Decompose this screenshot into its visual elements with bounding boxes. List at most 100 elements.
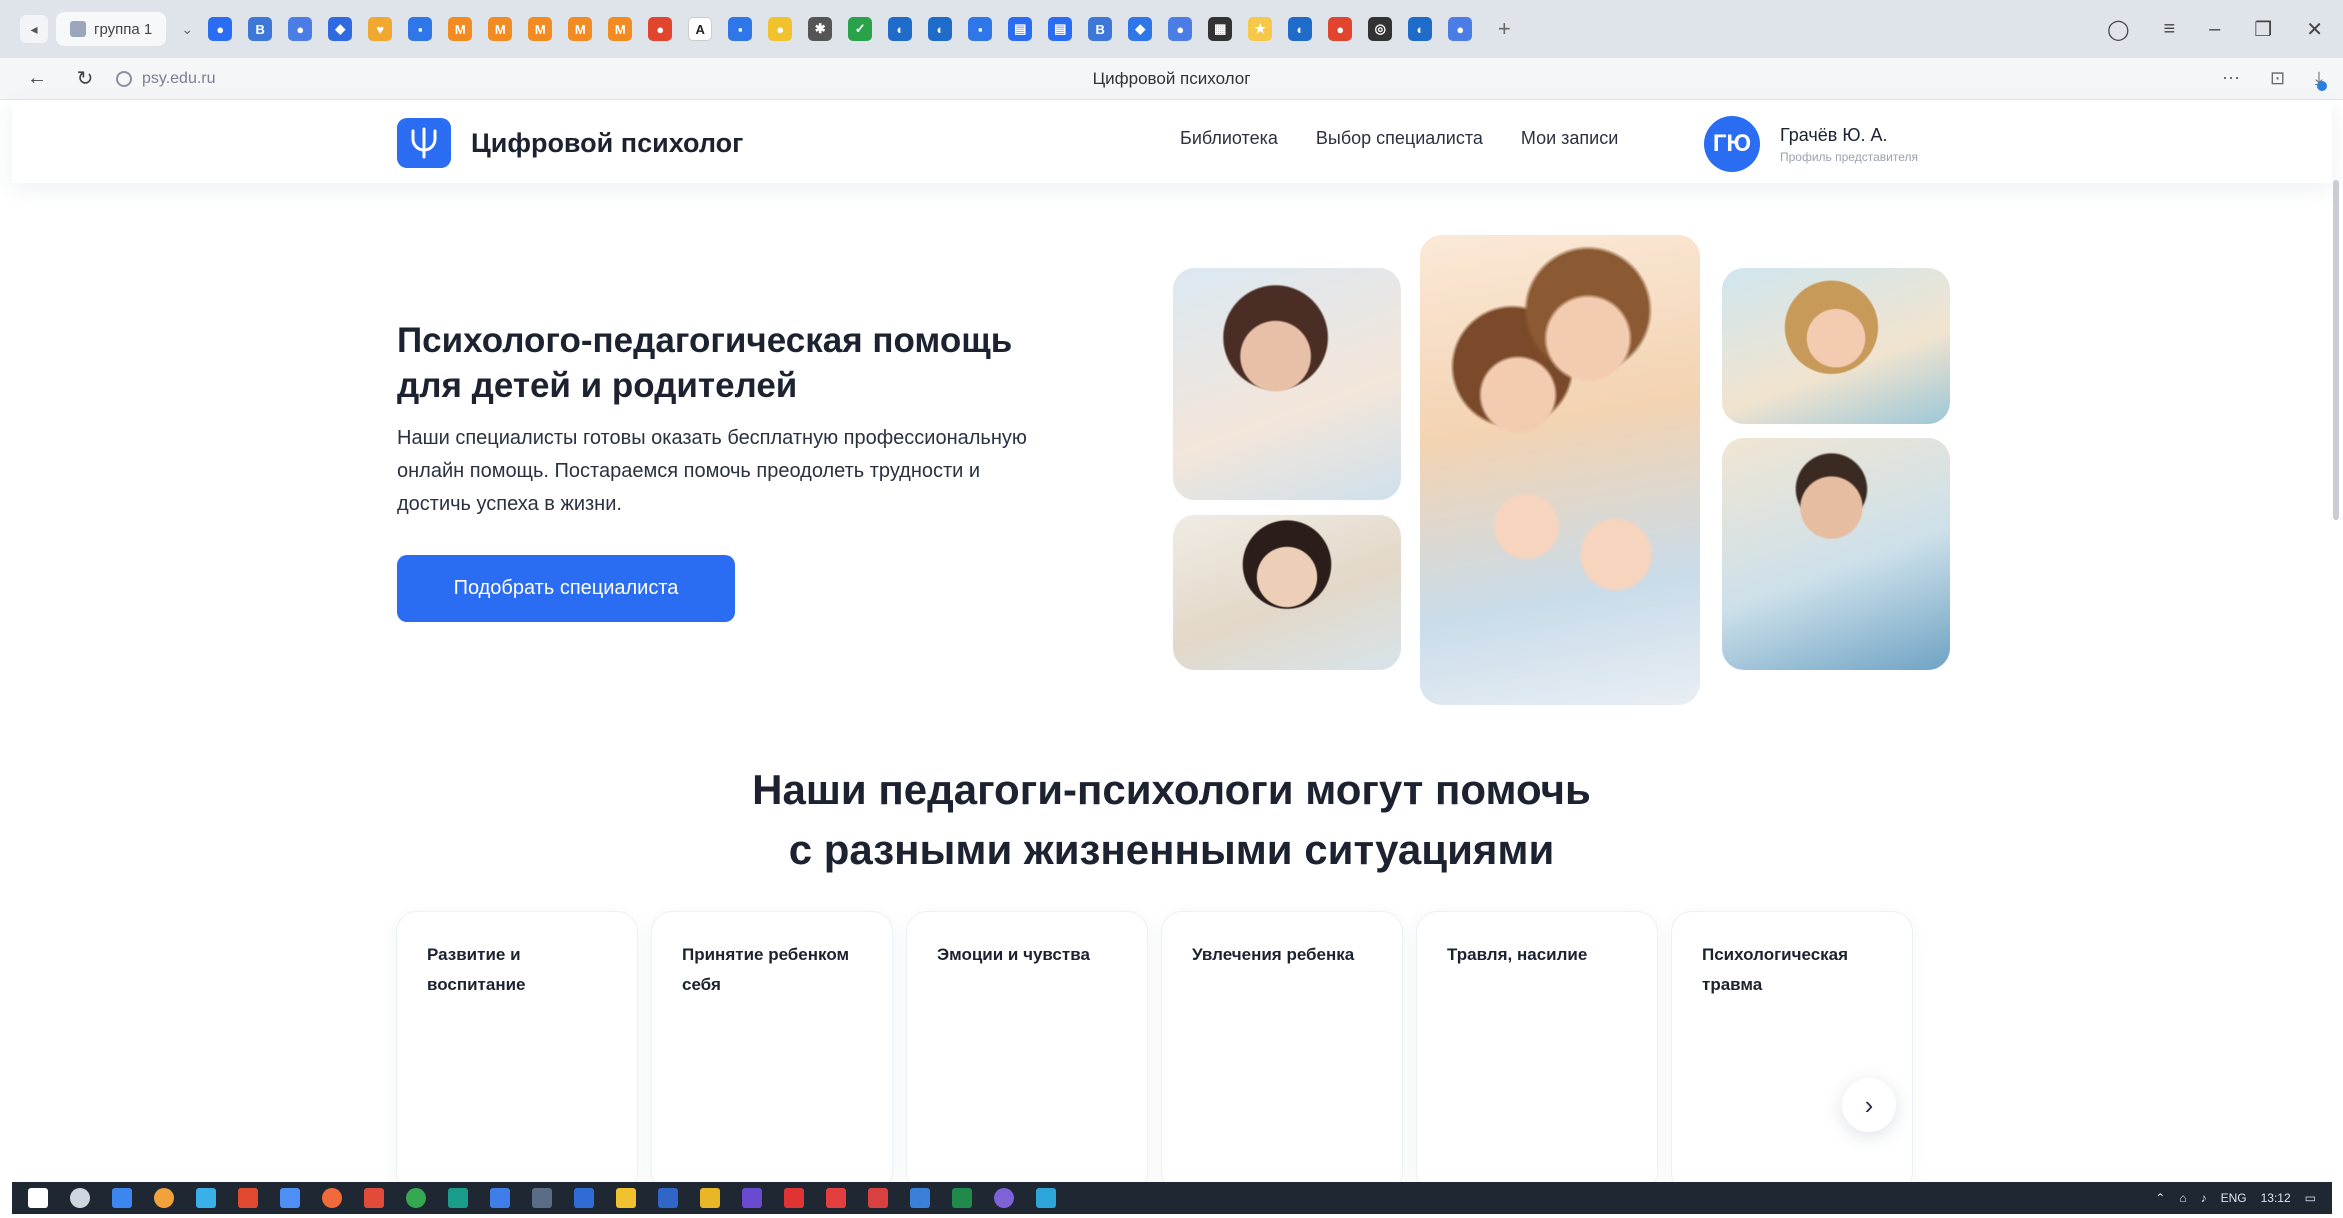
edge-icon[interactable]: ◐ (888, 17, 913, 41)
clock[interactable]: 13:12 (2261, 1191, 2291, 1205)
doc-icon[interactable]: ▪ (728, 17, 753, 41)
red-app-icon[interactable]: ● (648, 17, 673, 41)
notifications-icon[interactable]: ▭ (2305, 1191, 2316, 1205)
folder-icon[interactable] (616, 1188, 636, 1208)
yellow-app-icon[interactable]: ● (768, 17, 793, 41)
book-icon[interactable]: ▤ (1008, 17, 1033, 41)
rocket-icon[interactable]: ● (208, 17, 233, 41)
browser-icon[interactable] (154, 1188, 174, 1208)
situations-title-line2: с разными жизненными ситуациями (788, 826, 1555, 873)
gear-icon[interactable]: ✱ (808, 17, 833, 41)
minimize-button[interactable]: – (2209, 18, 2220, 41)
nav-choose-specialist[interactable]: Выбор специалиста (1316, 128, 1483, 149)
vk-icon[interactable]: В (248, 17, 273, 41)
tab-group[interactable]: группа 1 (56, 12, 167, 46)
app-icon[interactable] (532, 1188, 552, 1208)
find-specialist-button[interactable]: Подобрать специалиста (397, 555, 735, 622)
edge-icon[interactable]: ◐ (928, 17, 953, 41)
chevron-up-icon[interactable]: ⌃ (2155, 1191, 2165, 1205)
app-icon[interactable] (448, 1188, 468, 1208)
excel-icon[interactable] (952, 1188, 972, 1208)
reload-button[interactable]: ↻ (70, 64, 100, 94)
mr-icon[interactable]: М (448, 17, 473, 41)
edge-icon[interactable]: ◐ (1288, 17, 1313, 41)
start-icon[interactable] (28, 1188, 48, 1208)
menu-icon[interactable]: ≡ (2164, 18, 2176, 41)
shield-icon[interactable]: ◆ (328, 17, 353, 41)
chevron-down-icon[interactable]: ⌄ (174, 16, 200, 42)
close-button[interactable]: ✕ (2306, 17, 2323, 42)
app-icon[interactable] (742, 1188, 762, 1208)
psychologist-photo-blonde-woman (1722, 268, 1950, 424)
app-icon[interactable]: ● (1168, 17, 1193, 41)
situation-card-development[interactable]: Развитие и воспитание (397, 912, 637, 1192)
system-tray: ⌃ ⌂ ♪ ENG 13:12 ▭ (2155, 1191, 2316, 1205)
app-icon[interactable] (364, 1188, 384, 1208)
profile-icon[interactable]: ◯ (2107, 17, 2129, 42)
app-icon[interactable] (280, 1188, 300, 1208)
tab-scroll-left-button[interactable]: ◂ (20, 15, 48, 43)
restore-button[interactable]: ❐ (2254, 17, 2272, 42)
language-indicator[interactable]: ENG (2221, 1191, 2247, 1205)
user-profile[interactable]: ГЮ Грачёв Ю. А. Профиль представителя (1704, 116, 1918, 172)
bookmark-icon[interactable]: ⊡ (2270, 68, 2285, 89)
nav-my-appointments[interactable]: Мои записи (1521, 128, 1618, 149)
heart-icon[interactable]: ♥ (368, 17, 393, 41)
star-icon[interactable]: ★ (1248, 17, 1273, 41)
files-icon[interactable] (112, 1188, 132, 1208)
more-icon[interactable]: ⋯ (2222, 68, 2240, 89)
pdf-icon[interactable] (784, 1188, 804, 1208)
font-icon[interactable]: A (688, 17, 713, 41)
diamond-icon[interactable]: ◆ (1128, 17, 1153, 41)
word-icon[interactable] (574, 1188, 594, 1208)
situation-card-hobbies[interactable]: Увлечения ребенка (1162, 912, 1402, 1192)
app-icon[interactable] (490, 1188, 510, 1208)
situation-card-trauma[interactable]: Психологическая травма (1672, 912, 1912, 1192)
app-icon[interactable] (196, 1188, 216, 1208)
app-icon[interactable]: ● (288, 17, 313, 41)
url-field[interactable]: psy.edu.ru (116, 70, 216, 88)
app-icon[interactable]: ● (1448, 17, 1473, 41)
situation-cards: Развитие и воспитание Принятие ребенком … (397, 912, 1912, 1192)
book-icon[interactable]: ▤ (1048, 17, 1073, 41)
chrome-icon[interactable] (406, 1188, 426, 1208)
hero-description: Наши специалисты готовы оказать бесплатн… (397, 427, 1027, 515)
app-icon[interactable] (238, 1188, 258, 1208)
app-icon[interactable] (1036, 1188, 1056, 1208)
edge-icon[interactable]: ◐ (1408, 17, 1433, 41)
page-scrollbar[interactable] (2333, 180, 2339, 520)
vk-icon[interactable]: В (1088, 17, 1113, 41)
check-icon[interactable]: ✓ (848, 17, 873, 41)
situation-card-emotions[interactable]: Эмоции и чувства (907, 912, 1147, 1192)
app-icon[interactable] (700, 1188, 720, 1208)
carousel-next-button[interactable]: › (1842, 1078, 1896, 1132)
psychologist-photo-woman (1173, 268, 1401, 500)
mr-icon[interactable]: М (528, 17, 553, 41)
doc-icon[interactable]: ▪ (408, 17, 433, 41)
powerpoint-icon[interactable] (868, 1188, 888, 1208)
situation-card-self-acceptance[interactable]: Принятие ребенком себя (652, 912, 892, 1192)
app-icon[interactable] (994, 1188, 1014, 1208)
app-icon[interactable] (658, 1188, 678, 1208)
doc-icon[interactable]: ▪ (968, 17, 993, 41)
search-icon[interactable] (70, 1188, 90, 1208)
download-icon[interactable]: ⤓ (2315, 68, 2327, 91)
yandex-icon[interactable] (322, 1188, 342, 1208)
app-icon[interactable] (910, 1188, 930, 1208)
address-bar: ← ↻ psy.edu.ru Цифровой психолог ⋯ ⊡ ⤓ (0, 58, 2343, 100)
site-logo[interactable]: Цифровой психолог (397, 118, 743, 168)
mr-icon[interactable]: М (488, 17, 513, 41)
download-badge (2317, 81, 2327, 91)
situation-card-bullying[interactable]: Травля, насилие (1417, 912, 1657, 1192)
mr-icon[interactable]: М (568, 17, 593, 41)
grid-icon[interactable]: ▦ (1208, 17, 1233, 41)
red-circle-icon[interactable]: ● (1328, 17, 1353, 41)
new-tab-button[interactable]: + (1490, 15, 1518, 43)
network-icon[interactable]: ⌂ (2179, 1191, 2186, 1205)
mr-icon[interactable]: М (608, 17, 633, 41)
back-button[interactable]: ← (22, 64, 52, 94)
target-icon[interactable]: ◎ (1368, 17, 1393, 41)
nav-library[interactable]: Библиотека (1180, 128, 1278, 149)
app-icon[interactable] (826, 1188, 846, 1208)
volume-icon[interactable]: ♪ (2201, 1191, 2207, 1205)
